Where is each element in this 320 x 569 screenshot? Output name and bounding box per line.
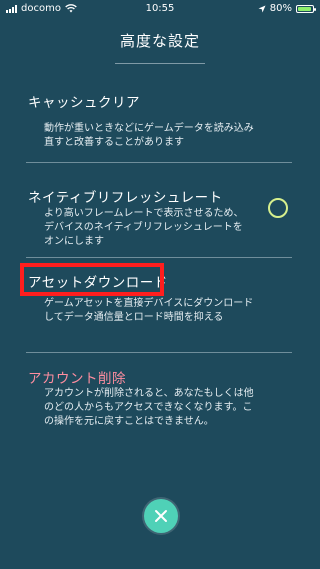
desc-line: より高いフレームレートで表示させるため、 — [44, 208, 244, 219]
desc-line: デバイスのネイティブリフレッシュレートを — [44, 222, 243, 233]
desc-line: のどの人からもアクセスできなくなります。こ — [44, 402, 253, 413]
desc-line: オンにします — [44, 236, 104, 247]
delete-account-description: アカウントが削除されると、あなたもしくは他 のどの人からもアクセスできなくなりま… — [44, 387, 294, 429]
page-title: 高度な設定 — [119, 32, 200, 50]
cache-clear-button[interactable]: キャッシュクリア — [28, 91, 140, 111]
title-divider — [115, 63, 205, 64]
battery-icon — [296, 4, 316, 13]
system-status: 80% — [258, 3, 316, 14]
desc-line: アカウントが削除されると、あなたもしくは他 — [44, 388, 254, 399]
desc-line: してデータ通信量とロード時間を抑える — [44, 312, 224, 323]
location-icon — [258, 5, 266, 12]
native-refresh-rate-label: ネイティブリフレッシュレート — [28, 190, 223, 206]
close-button[interactable] — [144, 499, 178, 533]
close-icon — [155, 510, 167, 522]
asset-download-description: ゲームアセットを直接デバイスにダウンロード してデータ通信量とロード時間を抑える — [44, 297, 294, 325]
desc-line: ゲームアセットを直接デバイスにダウンロード — [44, 298, 254, 309]
battery-percent: 80% — [269, 3, 292, 14]
desc-line: の操作を元に戻すことはできません。 — [44, 416, 214, 427]
status-bar: docomo 10:55 80% — [0, 0, 320, 18]
cache-clear-description: 動作が重いときなどにゲームデータを読み込み 直すと改善することがあります — [44, 122, 294, 150]
delete-account-button[interactable]: アカウント削除 — [28, 367, 126, 387]
section-divider — [26, 257, 292, 258]
desc-line: 動作が重いときなどにゲームデータを読み込み — [44, 123, 254, 134]
section-divider — [26, 352, 292, 353]
section-divider — [26, 162, 292, 163]
highlight-box — [20, 263, 164, 296]
native-refresh-rate-toggle[interactable] — [268, 198, 288, 218]
native-refresh-rate-description: より高いフレームレートで表示させるため、 デバイスのネイティブリフレッシュレート… — [44, 207, 294, 249]
desc-line: 直すと改善することがあります — [44, 137, 184, 148]
